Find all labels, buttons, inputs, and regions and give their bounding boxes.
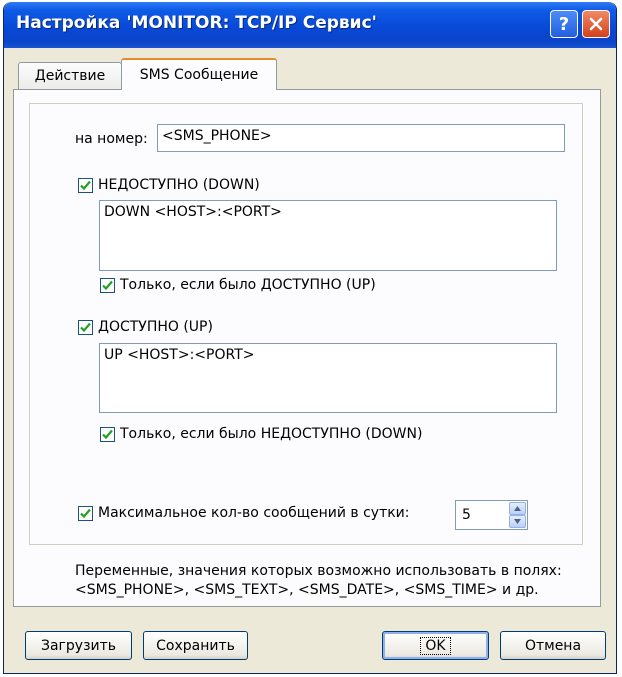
close-icon [589,17,603,31]
tab-action[interactable]: Действие [18,62,122,89]
down-message-field[interactable]: DOWN <HOST>:<PORT> [99,200,557,271]
check-icon [80,322,91,332]
tab-action-label: Действие [34,68,106,84]
down-checkbox-row[interactable]: НЕДОСТУПНО (DOWN) [78,177,260,193]
check-icon [102,280,113,290]
up-checkbox[interactable] [78,319,93,335]
max-messages-spinner[interactable]: 5 [455,500,528,530]
up-checkbox-row[interactable]: ДОСТУПНО (UP) [78,319,213,335]
phone-label: на номер: [75,131,148,147]
down-only-if-label: Только, если было ДОСТУПНО (UP) [120,277,376,293]
max-messages-value[interactable]: 5 [462,507,471,523]
cancel-button[interactable]: Отмена [500,631,606,660]
tab-sms-message[interactable]: SMS Сообщение [121,58,277,90]
help-icon: ? [558,13,570,35]
up-only-if-checkbox[interactable] [100,426,115,442]
arrow-up-icon [514,506,521,511]
ok-button-label: OK [420,636,451,655]
close-button[interactable] [582,10,610,38]
max-messages-row[interactable]: Максимальное кол-во сообщений в сутки: [78,505,410,521]
load-button[interactable]: Загрузить [25,631,132,660]
window-title: Настройка 'MONITOR: TCP/IP Сервис' [16,13,377,33]
ok-button[interactable]: OK [382,631,489,660]
help-button[interactable]: ? [550,10,578,38]
down-only-if-row[interactable]: Только, если было ДОСТУПНО (UP) [100,277,376,293]
check-icon [102,429,113,439]
arrow-down-icon [514,519,521,524]
tab-sms-message-label: SMS Сообщение [139,67,259,83]
down-only-if-checkbox[interactable] [100,277,115,293]
check-icon [80,180,91,190]
max-messages-label: Максимальное кол-во сообщений в сутки: [98,505,410,521]
up-only-if-label: Только, если было НЕДОСТУПНО (DOWN) [120,426,423,442]
up-message-field[interactable]: UP <HOST>:<PORT> [99,343,557,413]
spin-down-button[interactable] [509,515,526,528]
variables-note: Переменные, значения которых возможно ис… [75,562,562,600]
check-icon [80,508,91,518]
down-checkbox[interactable] [78,177,93,193]
variables-note-line2: <SMS_PHONE>, <SMS_TEXT>, <SMS_DATE>, <SM… [75,582,539,598]
phone-field[interactable]: <SMS_PHONE> [157,124,565,152]
down-label: НЕДОСТУПНО (DOWN) [98,177,260,193]
spin-up-button[interactable] [509,502,526,515]
up-only-if-row[interactable]: Только, если было НЕДОСТУПНО (DOWN) [100,426,422,442]
cancel-button-label: Отмена [524,637,582,654]
save-button[interactable]: Сохранить [143,631,248,660]
max-messages-checkbox[interactable] [78,505,93,521]
up-label: ДОСТУПНО (UP) [98,319,213,335]
title-bar[interactable]: Настройка 'MONITOR: TCP/IP Сервис' ? [4,2,616,48]
variables-note-line1: Переменные, значения которых возможно ис… [75,563,562,579]
load-button-label: Загрузить [40,637,117,654]
save-button-label: Сохранить [156,637,235,654]
